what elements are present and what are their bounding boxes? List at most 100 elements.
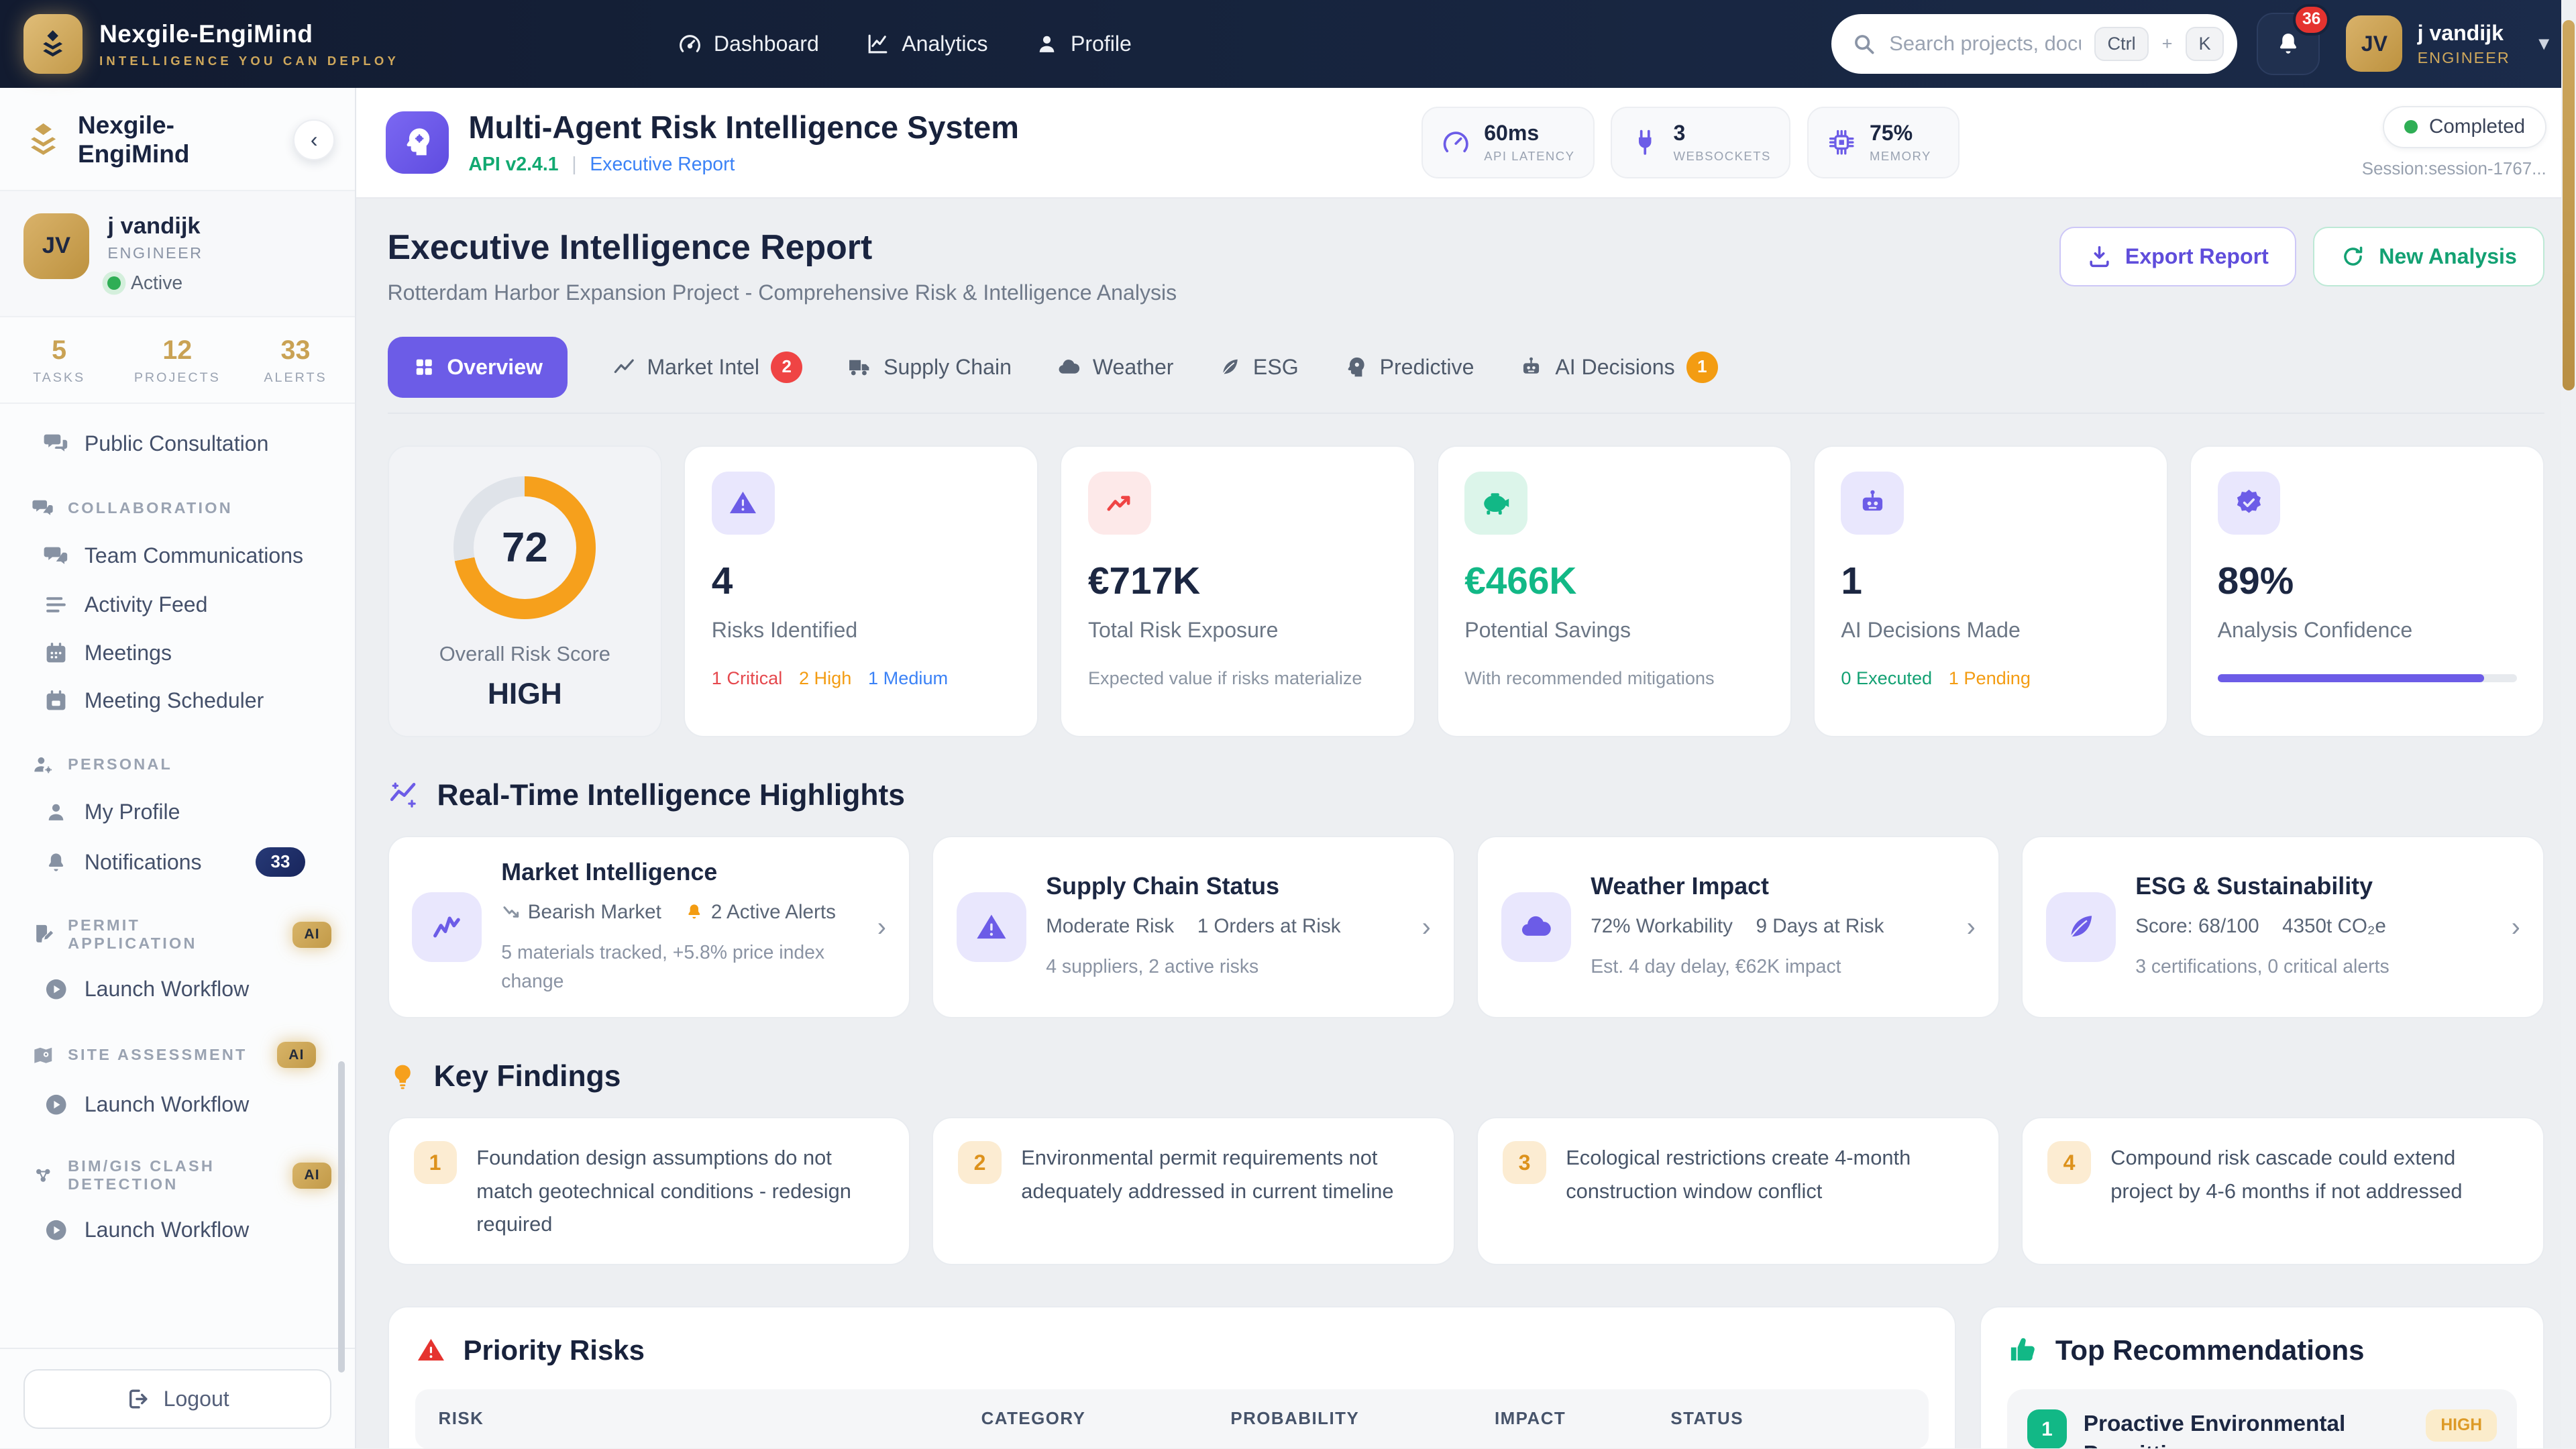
warning-triangle-icon [957,892,1026,962]
nav-dashboard-label: Dashboard [713,31,819,56]
calendar-icon [43,641,69,665]
search-icon [1851,32,1876,56]
gauge-icon [678,32,702,56]
tab-supply-chain[interactable]: Supply Chain [847,355,1012,380]
finding-number: 2 [958,1141,1002,1185]
priority-risks-panel: Priority Risks RISK CATEGORY PROBABILITY… [387,1306,1957,1449]
notifications-badge: 36 [2293,3,2330,36]
sidebar-stats: 5 TASKS 12 PROJECTS 33 ALERTS [0,317,355,404]
verified-badge-icon [2217,472,2281,535]
tab-badge: 1 [1686,351,1718,383]
user-menu[interactable]: JV j vandijk ENGINEER ▼ [2346,15,2553,72]
finding-number: 3 [1503,1141,1546,1185]
sidebar-item-launch-workflow-bim[interactable]: Launch Workflow [0,1205,355,1255]
report-subtitle: Rotterdam Harbor Expansion Project - Com… [387,280,1177,305]
executive-report-link[interactable]: Executive Report [590,154,735,176]
header-metrics: 60ms API LATENCY 3 WEBSOCKETS 75% MEMORY [1421,106,1960,179]
thumbs-up-icon [2007,1334,2039,1366]
alerts-count: 33 [280,335,311,365]
notifications-button[interactable]: 36 [2257,3,2330,76]
sidebar-item-team-communications[interactable]: Team Communications [0,531,355,581]
leaf-icon [2045,892,2116,962]
kpi-total-risk-exposure: €717K Total Risk Exposure Expected value… [1060,445,1415,738]
recommendation-number: 1 [2027,1409,2068,1449]
user-icon [1034,32,1059,56]
list-icon [43,592,69,617]
play-circle-icon [43,976,69,1002]
finding-number: 1 [413,1141,457,1185]
play-circle-icon [43,1091,69,1118]
section-bim-gis-clash-detection: BIM/GIS CLASH DETECTION AI [0,1157,355,1193]
content: Executive Intelligence Report Rotterdam … [356,199,2576,1449]
kpi-overall-risk-score: 72 Overall Risk Score HIGH [387,445,663,738]
bell-icon [2274,30,2302,58]
search-bar[interactable]: Ctrl + K [1831,13,2237,74]
sidebar-item-meetings[interactable]: Meetings [0,629,355,678]
brand-logo-icon [23,13,83,74]
nav-dashboard[interactable]: Dashboard [678,32,819,56]
new-analysis-button[interactable]: New Analysis [2312,226,2545,286]
chevron-right-icon: › [1421,912,1431,942]
api-version: API v2.4.1 [468,154,559,176]
kpi-ai-decisions: 1 AI Decisions Made 0 Executed 1 Pending [1813,445,2169,738]
highlight-cards: Market Intelligence Bearish Market 2 Act… [387,835,2545,1019]
nav-analytics[interactable]: Analytics [865,32,988,56]
piggy-bank-icon [1464,472,1527,535]
chart-icon [865,32,890,56]
highlight-market-intelligence[interactable]: Market Intelligence Bearish Market 2 Act… [387,835,911,1019]
tab-ai-decisions[interactable]: AI Decisions 1 [1519,351,1718,383]
priority-badge: HIGH [2426,1409,2498,1442]
sidebar-item-launch-workflow-site[interactable]: Launch Workflow [0,1079,355,1129]
cloud-icon [1057,355,1081,380]
tab-market-intel[interactable]: Market Intel 2 [612,351,803,383]
tab-weather[interactable]: Weather [1057,355,1173,380]
sidebar-item-my-profile[interactable]: My Profile [0,788,355,836]
search-input[interactable] [1889,32,2082,56]
export-report-button[interactable]: Export Report [2059,226,2297,286]
bell-icon [43,850,69,875]
tab-predictive[interactable]: Predictive [1343,355,1474,380]
finding-3: 3 Ecological restrictions create 4-month… [1477,1116,2000,1265]
zigzag-chart-icon [412,892,482,962]
tab-esg[interactable]: ESG [1218,355,1299,380]
highlight-weather-impact[interactable]: Weather Impact 72% Workability 9 Days at… [1477,835,2000,1019]
truck-icon [847,355,872,380]
sidebar-item-meeting-scheduler[interactable]: Meeting Scheduler [0,677,355,725]
robot-icon [1841,472,1904,535]
brain-head-icon [1343,355,1368,380]
shortcut-k-key: K [2186,27,2224,61]
sidebar-user-card: JV j vandijk ENGINEER Active [0,191,355,317]
recommendation-item[interactable]: 1 Proactive Environmental Permitting HIG… [2007,1389,2517,1449]
avatar: JV [2346,15,2403,72]
report-tabs: Overview Market Intel 2 Supply Chain Wea… [387,336,2545,415]
sparkline-icon [388,779,421,812]
sidebar-item-launch-workflow-permit[interactable]: Launch Workflow [0,964,355,1014]
sidebar-item-activity-feed[interactable]: Activity Feed [0,581,355,629]
highlight-supply-chain[interactable]: Supply Chain Status Moderate Risk 1 Orde… [932,835,1456,1019]
notifications-count-badge: 33 [256,847,305,877]
lightbulb-icon [388,1062,417,1091]
metric-memory: 75% MEMORY [1807,106,1960,179]
highlight-esg-sustainability[interactable]: ESG & Sustainability Score: 68/100 4350t… [2021,835,2545,1019]
app-header: Multi-Agent Risk Intelligence System API… [356,87,2576,199]
tab-overview[interactable]: Overview [387,336,568,398]
cloud-icon [1501,892,1571,962]
top-nav: Dashboard Analytics Profile [678,32,1132,56]
sidebar-collapse-button[interactable]: ‹ [293,119,335,161]
brand-name: Nexgile-EngiMind [99,19,313,48]
sidebar-item-public-consultation[interactable]: Public Consultation [0,419,355,468]
trend-up-icon [1087,472,1151,535]
risk-level: HIGH [487,678,562,711]
page-scrollbar-track[interactable] [2561,0,2576,1449]
logout-button[interactable]: Logout [23,1369,332,1429]
page-scrollbar-thumb[interactable] [2563,19,2575,391]
sidebar-item-notifications[interactable]: Notifications 33 [0,836,355,888]
bell-icon [684,902,704,922]
trend-down-icon [501,902,521,922]
top-recommendations-panel: Top Recommendations 1 Proactive Environm… [1979,1306,2545,1449]
brand-tagline: INTELLIGENCE YOU CAN DEPLOY [99,53,399,68]
sidebar-scrollbar[interactable] [337,1061,345,1373]
nav-profile[interactable]: Profile [1034,32,1132,56]
kpi-analysis-confidence: 89% Analysis Confidence [2190,445,2545,738]
section-personal: PERSONAL [0,753,355,777]
